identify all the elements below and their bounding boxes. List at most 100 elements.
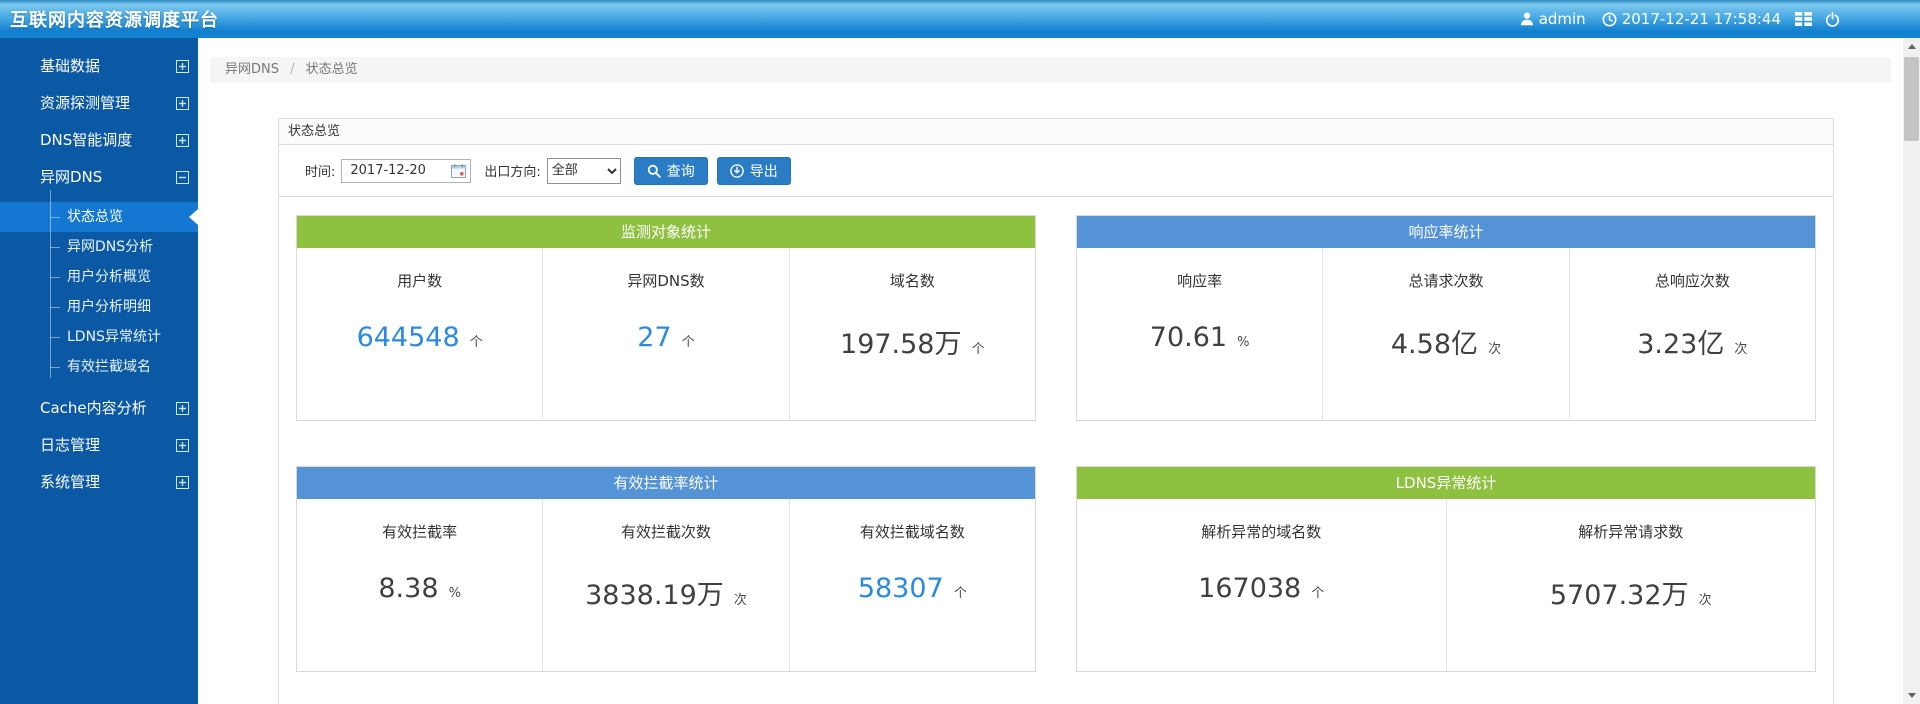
stat-unit: 个 bbox=[972, 342, 985, 357]
stat-label: 有效拦截率 bbox=[297, 521, 542, 542]
search-icon bbox=[647, 164, 661, 178]
scrollbar-up-button[interactable] bbox=[1903, 38, 1920, 55]
arrow-down-icon bbox=[1908, 693, 1916, 698]
scrollbar-thumb[interactable] bbox=[1904, 57, 1919, 141]
submenu-item-label: 用户分析概览 bbox=[67, 269, 151, 285]
stat-col: 响应率 70.61 % bbox=[1077, 248, 1322, 420]
expand-plus-icon[interactable] bbox=[176, 134, 189, 147]
date-field-wrap bbox=[341, 159, 471, 183]
calendar-icon[interactable] bbox=[451, 164, 466, 178]
username-label[interactable]: admin bbox=[1539, 10, 1586, 28]
submenu-item-status-overview[interactable]: 状态总览 bbox=[0, 202, 198, 232]
sidebar-item-label: 基础数据 bbox=[40, 57, 100, 75]
query-button-label: 查询 bbox=[667, 161, 695, 181]
breadcrumb-parent[interactable]: 异网DNS bbox=[225, 62, 279, 77]
stat-value: 4.58亿 bbox=[1391, 329, 1478, 360]
collapse-minus-icon[interactable] bbox=[176, 171, 189, 184]
stat-label: 解析异常的域名数 bbox=[1077, 521, 1446, 542]
stat-unit: 个 bbox=[682, 335, 695, 350]
download-circle-icon bbox=[730, 164, 744, 178]
stat-label: 解析异常请求数 bbox=[1447, 521, 1816, 542]
sidebar-item-label: 资源探测管理 bbox=[40, 94, 130, 112]
expand-plus-icon[interactable] bbox=[176, 60, 189, 73]
query-button[interactable]: 查询 bbox=[634, 157, 708, 185]
stat-value-link[interactable]: 644548 bbox=[357, 322, 460, 353]
sidebar-item-system-management[interactable]: 系统管理 bbox=[0, 464, 198, 501]
user-icon bbox=[1519, 11, 1535, 27]
stat-unit: 次 bbox=[1699, 593, 1712, 608]
submenu-item-foreign-dns-analysis[interactable]: 异网DNS分析 bbox=[0, 232, 198, 262]
stat-col: 有效拦截次数 3838.19万 次 bbox=[542, 499, 788, 671]
stat-value: 3.23亿 bbox=[1637, 329, 1724, 360]
sidebar-item-label: Cache内容分析 bbox=[40, 399, 147, 417]
stat-value-link[interactable]: 27 bbox=[637, 322, 671, 353]
card-ldns-exception: LDNS异常统计 解析异常的域名数 167038 个 解析异常请求数 5707.… bbox=[1076, 466, 1816, 672]
stat-label: 异网DNS数 bbox=[543, 270, 788, 291]
time-label: 时间: bbox=[305, 161, 335, 180]
arrow-up-icon bbox=[1908, 44, 1916, 49]
stat-value: 5707.32万 bbox=[1550, 580, 1689, 611]
stat-value-link[interactable]: 58307 bbox=[858, 573, 944, 604]
power-icon[interactable] bbox=[1825, 12, 1840, 27]
stat-col: 用户数 644548 个 bbox=[297, 248, 542, 420]
submenu-item-user-analysis-overview[interactable]: 用户分析概览 bbox=[0, 262, 198, 292]
topbar: 互联网内容资源调度平台 admin 2017-12-21 17:58:44 bbox=[0, 0, 1920, 38]
scrollbar-down-button[interactable] bbox=[1903, 687, 1920, 704]
stat-label: 有效拦截域名数 bbox=[790, 521, 1035, 542]
sidebar-item-label: 日志管理 bbox=[40, 436, 100, 454]
sidebar-item-log-management[interactable]: 日志管理 bbox=[0, 427, 198, 464]
topbar-right: admin 2017-12-21 17:58:44 bbox=[1519, 0, 1840, 38]
stat-col: 总请求次数 4.58亿 次 bbox=[1322, 248, 1568, 420]
stat-unit: 个 bbox=[954, 586, 967, 601]
stat-value: 197.58万 bbox=[840, 329, 961, 360]
vertical-scrollbar bbox=[1903, 38, 1920, 704]
sidebar-item-cache-content-analysis[interactable]: Cache内容分析 bbox=[0, 390, 198, 427]
stat-unit: 个 bbox=[470, 335, 483, 350]
stat-value: 70.61 bbox=[1150, 322, 1227, 353]
stat-unit: % bbox=[449, 586, 461, 601]
foreign-dns-submenu: 状态总览 异网DNS分析 用户分析概览 用户分析明细 LDNS异常统计 有效拦截… bbox=[0, 196, 198, 382]
card-response-rate: 响应率统计 响应率 70.61 % 总请求次数 4.58亿 次 bbox=[1076, 215, 1816, 421]
card-header: 有效拦截率统计 bbox=[297, 467, 1035, 499]
datetime-label: 2017-12-21 17:58:44 bbox=[1622, 10, 1781, 28]
submenu-item-ldns-exception-stats[interactable]: LDNS异常统计 bbox=[0, 322, 198, 352]
breadcrumb-current: 状态总览 bbox=[306, 62, 358, 77]
clock-icon bbox=[1602, 12, 1617, 27]
sidebar: 基础数据 资源探测管理 DNS智能调度 异网DNS 状态总览 bbox=[0, 38, 198, 704]
stat-label: 总请求次数 bbox=[1323, 270, 1568, 291]
grid-menu-icon[interactable] bbox=[1795, 12, 1812, 26]
sidebar-item-label: 系统管理 bbox=[40, 473, 100, 491]
stat-value: 3838.19万 bbox=[585, 580, 724, 611]
export-button[interactable]: 导出 bbox=[717, 157, 791, 185]
stat-unit: 次 bbox=[1488, 342, 1501, 357]
stat-unit: % bbox=[1237, 335, 1249, 350]
stat-col: 异网DNS数 27 个 bbox=[542, 248, 788, 420]
breadcrumb-separator: / bbox=[290, 62, 294, 77]
expand-plus-icon[interactable] bbox=[176, 439, 189, 452]
card-header: 响应率统计 bbox=[1077, 216, 1815, 248]
sidebar-item-foreign-dns[interactable]: 异网DNS bbox=[0, 159, 198, 196]
direction-select[interactable]: 全部 bbox=[547, 158, 621, 184]
submenu-item-label: LDNS异常统计 bbox=[67, 329, 161, 345]
filter-bar: 时间: 出口方向: 全部 查询 导出 bbox=[279, 145, 1833, 197]
expand-plus-icon[interactable] bbox=[176, 476, 189, 489]
submenu-item-effective-block-domains[interactable]: 有效拦截域名 bbox=[0, 352, 198, 382]
expand-plus-icon[interactable] bbox=[176, 97, 189, 110]
card-header: LDNS异常统计 bbox=[1077, 467, 1815, 499]
sidebar-item-dns-smart-scheduling[interactable]: DNS智能调度 bbox=[0, 122, 198, 159]
direction-label: 出口方向: bbox=[484, 161, 540, 180]
sidebar-item-basic-data[interactable]: 基础数据 bbox=[0, 48, 198, 85]
stat-label: 响应率 bbox=[1077, 270, 1322, 291]
breadcrumb: 异网DNS / 状态总览 bbox=[210, 57, 1891, 83]
stat-col: 解析异常的域名数 167038 个 bbox=[1077, 499, 1446, 671]
stat-col: 有效拦截域名数 58307 个 bbox=[789, 499, 1035, 671]
stat-unit: 次 bbox=[734, 593, 747, 608]
submenu-item-label: 状态总览 bbox=[67, 209, 123, 225]
expand-plus-icon[interactable] bbox=[176, 402, 189, 415]
stat-col: 解析异常请求数 5707.32万 次 bbox=[1446, 499, 1816, 671]
stat-label: 有效拦截次数 bbox=[543, 521, 788, 542]
sidebar-item-resource-probe[interactable]: 资源探测管理 bbox=[0, 85, 198, 122]
app-title: 互联网内容资源调度平台 bbox=[10, 6, 219, 32]
submenu-item-user-analysis-detail[interactable]: 用户分析明细 bbox=[0, 292, 198, 322]
main-content: 异网DNS / 状态总览 状态总览 时间: 出口方向: 全部 查询 bbox=[198, 38, 1903, 704]
